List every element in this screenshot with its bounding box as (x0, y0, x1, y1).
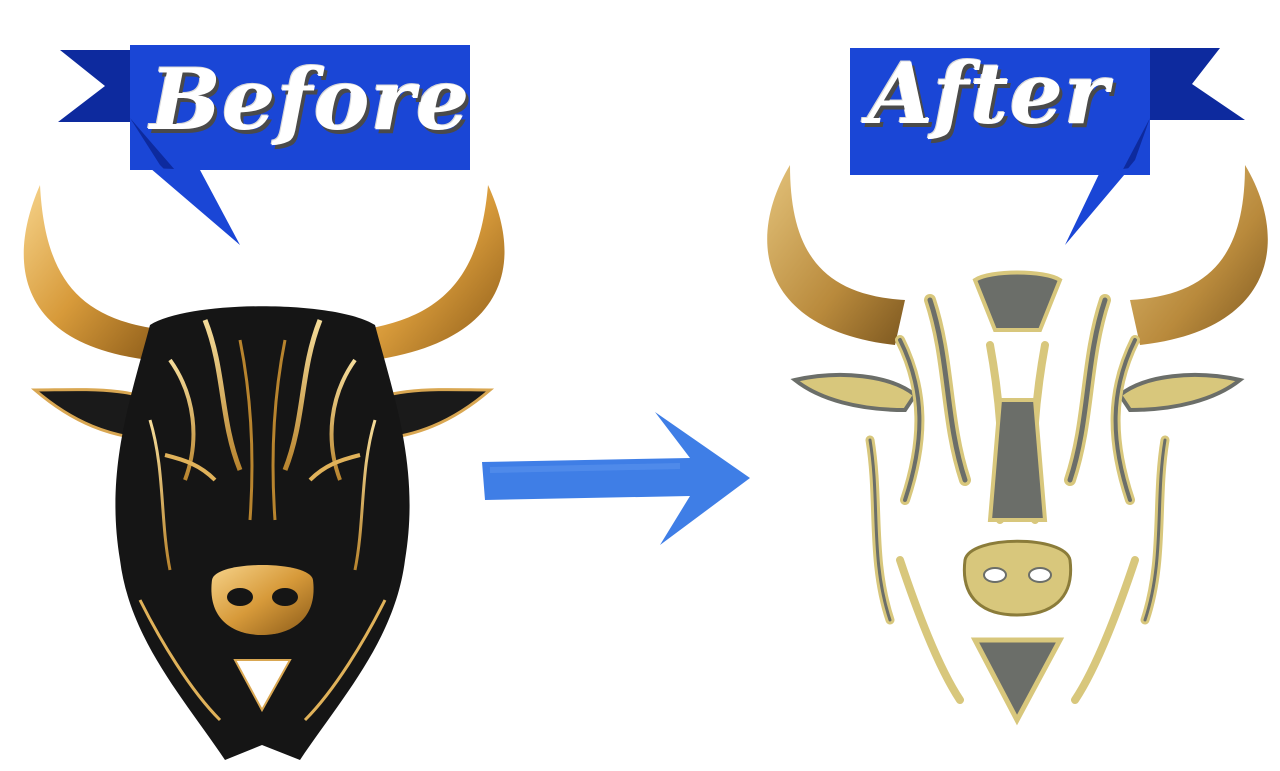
before-after-comparison: Before After (0, 0, 1280, 771)
embroidered-bull-head-icon (767, 165, 1268, 726)
